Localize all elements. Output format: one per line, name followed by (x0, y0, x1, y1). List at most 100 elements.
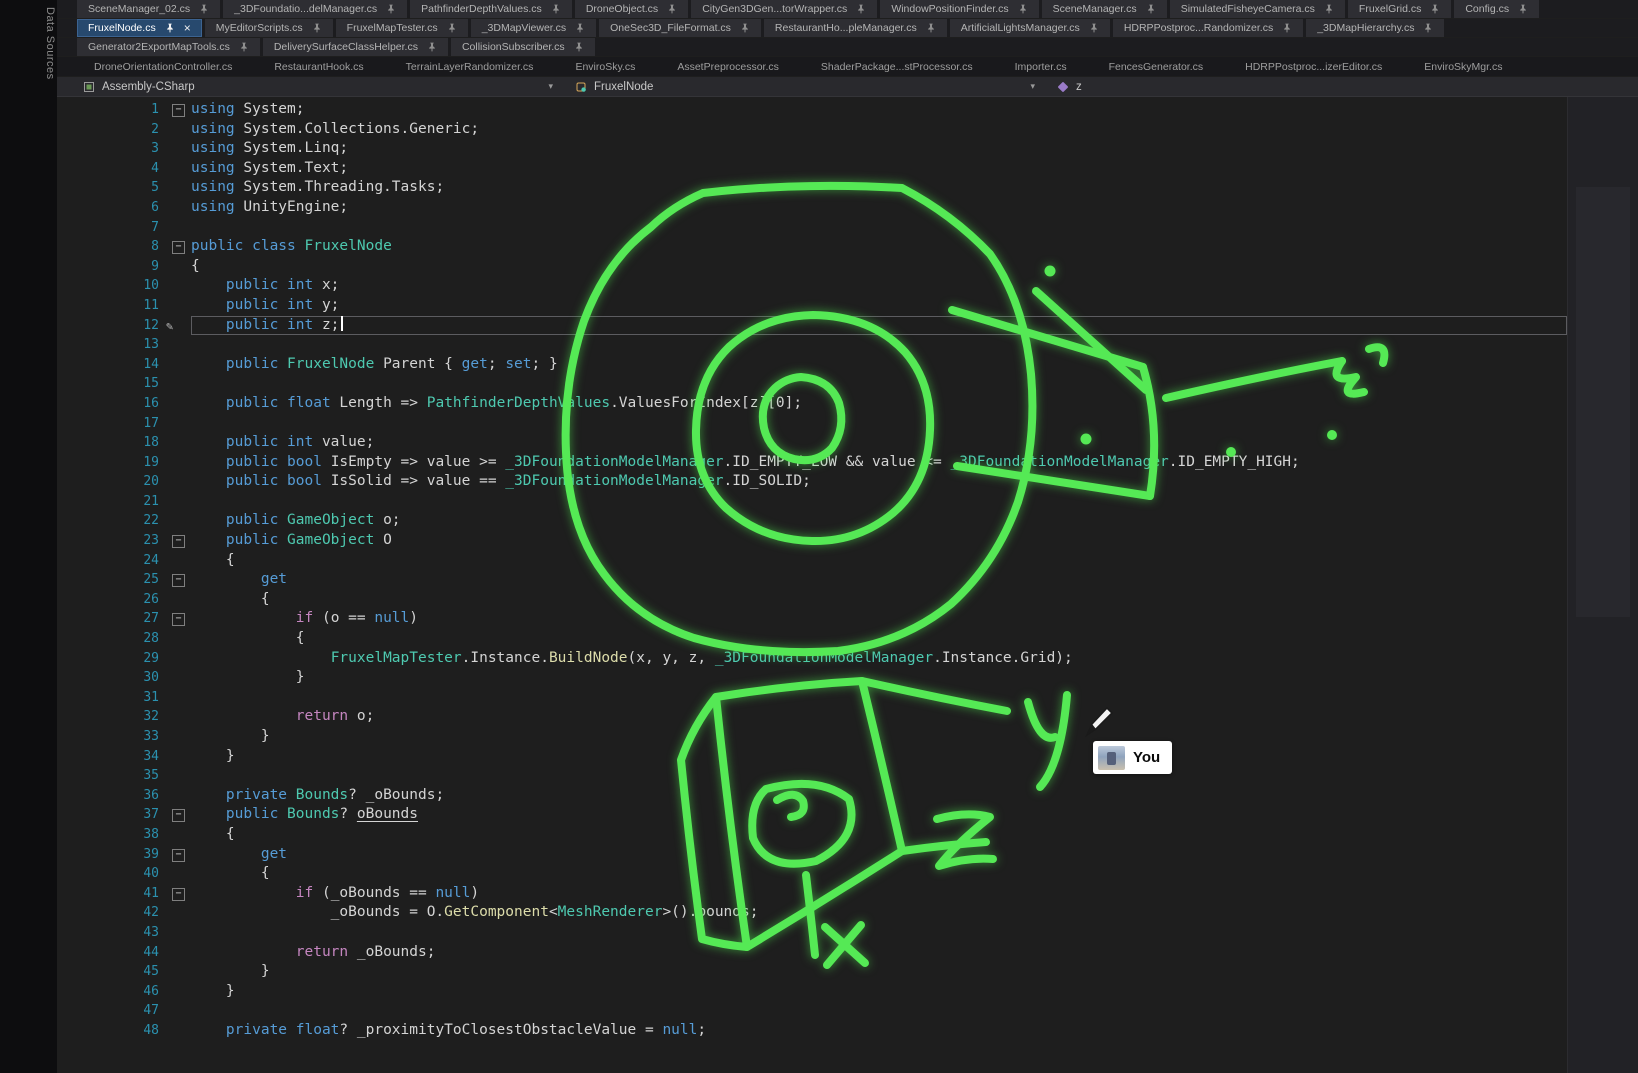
editor-tab[interactable]: HDRPPostproc...Randomizer.cs (1113, 19, 1303, 37)
editor-tab[interactable]: _3DFoundatio...delManager.cs (223, 0, 407, 18)
code-line[interactable]: 33 } (57, 727, 1567, 747)
editor-tab[interactable]: Generator2ExportMapTools.cs (77, 38, 260, 56)
code-line[interactable]: 48 private float? _proximityToClosestObs… (57, 1021, 1567, 1041)
fold-marker[interactable]: − (165, 570, 191, 590)
code-line[interactable]: 23− public GameObject O (57, 531, 1567, 551)
editor-tab[interactable]: FruxelMapTester.cs (336, 19, 468, 37)
code-line[interactable]: 6using UnityEngine; (57, 198, 1567, 218)
project-dropdown[interactable]: Assembly-CSharp ▾ (57, 77, 563, 96)
pin-icon[interactable] (926, 23, 936, 33)
code-line[interactable]: 44 return _oBounds; (57, 943, 1567, 963)
pin-icon[interactable] (856, 4, 866, 14)
code-line[interactable]: 40 { (57, 864, 1567, 884)
code-line[interactable]: 35 (57, 766, 1567, 786)
code-line[interactable]: 32 return o; (57, 707, 1567, 727)
editor-tab[interactable]: EnviroSky.cs (558, 57, 652, 76)
code-line[interactable]: 16 public float Length => PathfinderDept… (57, 394, 1567, 414)
editor-tab[interactable]: ArtificialLightsManager.cs (950, 19, 1110, 37)
pin-icon[interactable] (1430, 4, 1440, 14)
code-line[interactable]: 34 } (57, 747, 1567, 767)
fold-marker[interactable]: − (165, 100, 191, 120)
editor-tab[interactable]: _3DMapHierarchy.cs (1306, 19, 1444, 37)
code-line[interactable]: 17 (57, 414, 1567, 434)
code-line[interactable]: 25− get (57, 570, 1567, 590)
pin-icon[interactable] (447, 23, 457, 33)
editor-tab[interactable]: Importer.cs (998, 57, 1084, 76)
code-line[interactable]: 20 public bool IsSolid => value == _3DFo… (57, 472, 1567, 492)
close-icon[interactable]: × (184, 23, 191, 33)
code-line[interactable]: 7 (57, 218, 1567, 238)
code-line[interactable]: 37− public Bounds? oBounds (57, 805, 1567, 825)
fold-marker[interactable]: − (165, 884, 191, 904)
editor-tab[interactable]: OneSec3D_FileFormat.cs (599, 19, 761, 37)
editor-tab[interactable]: AssetPreprocessor.cs (660, 57, 796, 76)
code-line[interactable]: 31 (57, 688, 1567, 708)
pin-icon[interactable] (312, 23, 322, 33)
data-sources-tab[interactable]: Data Sources (44, 7, 56, 80)
editor-tab[interactable]: FruxelNode.cs× (77, 19, 202, 37)
code-line[interactable]: 26 { (57, 590, 1567, 610)
code-editor[interactable]: 1−using System;2using System.Collections… (57, 97, 1638, 1073)
vertical-scrollbar[interactable] (1567, 97, 1638, 1073)
code-line[interactable]: 41− if (_oBounds == null) (57, 884, 1567, 904)
code-line[interactable]: 15 (57, 374, 1567, 394)
code-line[interactable]: 1−using System; (57, 100, 1567, 120)
code-lines[interactable]: 1−using System;2using System.Collections… (57, 97, 1567, 1073)
editor-tab[interactable]: FencesGenerator.cs (1092, 57, 1221, 76)
code-line[interactable]: 2using System.Collections.Generic; (57, 120, 1567, 140)
pin-icon[interactable] (1423, 23, 1433, 33)
code-line[interactable]: 39− get (57, 845, 1567, 865)
editor-tab[interactable]: DeliverySurfaceClassHelper.cs (263, 38, 448, 56)
code-line[interactable]: 21 (57, 492, 1567, 512)
editor-tab[interactable]: _3DMapViewer.cs (471, 19, 596, 37)
pin-icon[interactable] (199, 4, 209, 14)
code-line[interactable]: 38 { (57, 825, 1567, 845)
code-line[interactable]: 30 } (57, 668, 1567, 688)
editor-tab[interactable]: WindowPositionFinder.cs (880, 0, 1038, 18)
pin-icon[interactable] (1282, 23, 1292, 33)
fold-marker[interactable]: − (165, 805, 191, 825)
pin-icon[interactable] (574, 42, 584, 52)
code-line[interactable]: 8−public class FruxelNode (57, 237, 1567, 257)
editor-tab[interactable]: SimulatedFisheyeCamera.cs (1170, 0, 1345, 18)
code-line[interactable]: 27− if (o == null) (57, 609, 1567, 629)
code-line[interactable]: 43 (57, 923, 1567, 943)
pin-icon[interactable] (1089, 23, 1099, 33)
pin-icon[interactable] (386, 4, 396, 14)
fold-marker[interactable]: − (165, 609, 191, 629)
code-line[interactable]: 28 { (57, 629, 1567, 649)
pin-icon[interactable] (667, 4, 677, 14)
code-line[interactable]: 9{ (57, 257, 1567, 277)
fold-marker[interactable]: − (165, 237, 191, 257)
pin-icon[interactable] (1018, 4, 1028, 14)
code-line[interactable]: 18 public int value; (57, 433, 1567, 453)
code-line[interactable]: 5using System.Threading.Tasks; (57, 178, 1567, 198)
type-dropdown[interactable]: FruxelNode ▾ (563, 77, 1045, 96)
code-line[interactable]: 19 public bool IsEmpty => value >= _3DFo… (57, 453, 1567, 473)
pin-icon[interactable] (1146, 4, 1156, 14)
pin-icon[interactable] (165, 23, 175, 33)
code-line[interactable]: 14 public FruxelNode Parent { get; set; … (57, 355, 1567, 375)
code-line[interactable]: 4using System.Text; (57, 159, 1567, 179)
code-line[interactable]: 45 } (57, 962, 1567, 982)
editor-tab[interactable]: DroneObject.cs (575, 0, 688, 18)
fold-marker[interactable]: − (165, 531, 191, 551)
editor-tab[interactable]: RestaurantHo...pleManager.cs (764, 19, 947, 37)
editor-tab[interactable]: Config.cs (1454, 0, 1539, 18)
editor-tab[interactable]: SceneManager.cs (1042, 0, 1167, 18)
code-line[interactable]: 13 (57, 335, 1567, 355)
pin-icon[interactable] (740, 23, 750, 33)
code-line[interactable]: 36 private Bounds? _oBounds; (57, 786, 1567, 806)
editor-tab[interactable]: PathfinderDepthValues.cs (410, 0, 572, 18)
pin-icon[interactable] (427, 42, 437, 52)
code-line[interactable]: 10 public int x; (57, 276, 1567, 296)
member-dropdown[interactable]: z (1045, 77, 1638, 96)
pin-icon[interactable] (239, 42, 249, 52)
editor-tab[interactable]: DroneOrientationController.cs (77, 57, 249, 76)
pin-icon[interactable] (551, 4, 561, 14)
editor-tab[interactable]: CollisionSubscriber.cs (451, 38, 595, 56)
editor-tab[interactable]: RestaurantHook.cs (257, 57, 380, 76)
editor-tab[interactable]: ShaderPackage...stProcessor.cs (804, 57, 990, 76)
editor-tab[interactable]: FruxelGrid.cs (1348, 0, 1451, 18)
editor-tab[interactable]: MyEditorScripts.cs (205, 19, 333, 37)
